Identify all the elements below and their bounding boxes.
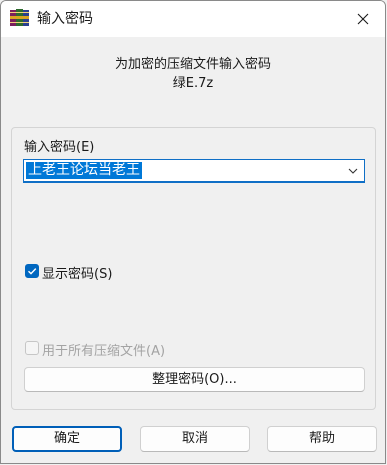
winrar-books-icon [10, 9, 29, 26]
close-icon [357, 13, 369, 25]
chevron-down-icon[interactable] [347, 165, 359, 177]
password-label: 输入密码(E) [24, 140, 95, 155]
close-button[interactable] [349, 7, 377, 31]
ok-button[interactable]: 确定 [12, 426, 122, 452]
use-for-all-checkbox[interactable] [25, 341, 39, 355]
password-dialog: 输入密码 为加密的压缩文件输入密码 绿E.7z 输入密码(E) 上老王论坛当老王… [0, 0, 386, 464]
show-password-checkbox[interactable] [25, 264, 39, 278]
use-for-all-label[interactable]: 用于所有压缩文件(A) [42, 340, 165, 359]
prompt-text: 为加密的压缩文件输入密码 [114, 57, 271, 72]
archive-name: 绿E.7z [172, 76, 214, 91]
title-bar: 输入密码 [1, 1, 385, 37]
password-input[interactable]: 上老王论坛当老王 [26, 162, 142, 179]
show-password-label[interactable]: 显示密码(S) [42, 263, 112, 282]
cancel-button[interactable]: 取消 [140, 426, 250, 452]
password-combobox[interactable]: 上老王论坛当老王 [23, 159, 365, 183]
checkmark-icon [28, 268, 37, 275]
window-title: 输入密码 [37, 11, 93, 27]
help-button[interactable]: 帮助 [267, 426, 377, 452]
organize-passwords-button[interactable]: 整理密码(O)... [24, 367, 365, 392]
